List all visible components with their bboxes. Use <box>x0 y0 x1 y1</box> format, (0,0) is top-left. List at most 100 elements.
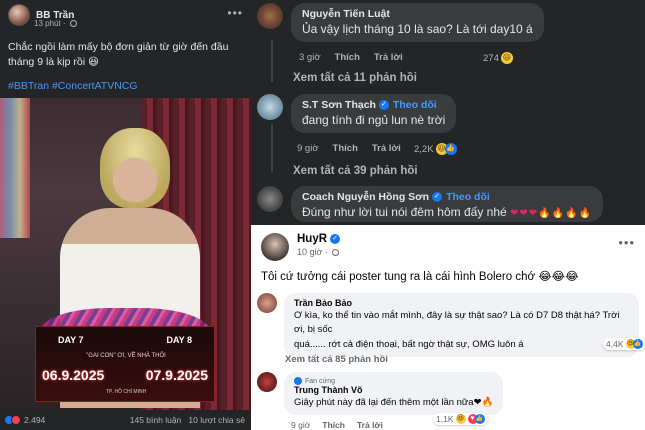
commenter-name[interactable]: Nguyễn Tiến Luật <box>302 8 533 20</box>
thread-line <box>271 40 273 82</box>
comment: S.T Sơn Thạch ✓ Theo dõi đang tính đi ng… <box>257 94 457 133</box>
thread-line <box>271 124 273 172</box>
comment-bubble: Coach Nguyễn Hồng Sơn ✓ Theo dõi Đúng nh… <box>291 186 603 222</box>
reply-button[interactable]: Trả lời <box>374 52 403 63</box>
commenter-name-row: S.T Sơn Thạch ✓ Theo dõi <box>302 99 445 111</box>
comment-reactions[interactable]: 4,4K 😆 👍 <box>603 338 645 350</box>
follow-link[interactable]: Theo dõi <box>446 191 490 203</box>
comment-bubble: S.T Sơn Thạch ✓ Theo dõi đang tính đi ng… <box>291 94 457 133</box>
poster-date-right: 07.9.2025 <box>145 367 208 383</box>
author-avatar[interactable] <box>8 4 30 26</box>
commenter-avatar[interactable] <box>257 3 283 29</box>
poster-subtitle: "GAI CON" ƠI, VỀ NHÀ THÔI <box>86 353 166 359</box>
comment-reactions[interactable]: 2,2K 😆 👍 <box>414 143 457 155</box>
author-avatar[interactable] <box>261 233 289 261</box>
like-button[interactable]: Thích <box>335 52 360 63</box>
comment-time[interactable]: 3 giờ <box>299 52 321 63</box>
clothes-rack <box>0 98 30 238</box>
like-reaction-icon: 👍 <box>632 339 643 349</box>
post-stats[interactable]: 145 bình luận 10 lượt chia sẻ <box>130 415 245 425</box>
post-time[interactable]: 10 giờ <box>297 247 322 257</box>
screenshot-collage: BB Trần 13 phút · ••• Chắc ngồi làm mấy … <box>0 0 645 430</box>
commenter-avatar[interactable] <box>257 293 277 313</box>
view-replies-link[interactable]: Xem tất cả 39 phản hồi <box>293 165 418 177</box>
comment-bubble: Nguyễn Tiến Luật Ủa vậy lịch tháng 10 là… <box>291 3 544 42</box>
comment-text-row: Đúng như lời tui nói đêm hôm đấy nhé ❤❤❤… <box>302 205 592 219</box>
post-text: Tôi cứ tưởng cái poster tung ra là cái h… <box>261 271 579 283</box>
more-options-icon[interactable]: ••• <box>227 6 243 20</box>
comment: Fan cứng Trung Thành Võ Giây phút này đã… <box>257 372 504 415</box>
light-post: HuyR ✓ 10 giờ · ••• Tôi cứ tưởng cái pos… <box>251 225 645 430</box>
share-count[interactable]: 10 lượt chia sẻ <box>188 415 245 425</box>
commenter-avatar[interactable] <box>257 186 283 212</box>
reply-button[interactable]: Trả lời <box>357 420 383 430</box>
post-photo[interactable]: DAY 7 DAY 8 "GAI CON" ƠI, VỀ NHÀ THÔI 06… <box>0 98 251 410</box>
reaction-count: 2,2K <box>414 143 434 155</box>
comment-time[interactable]: 9 giờ <box>297 143 319 154</box>
reaction-count: 2.494 <box>24 415 46 425</box>
comment-reactions[interactable]: 1,1K 😆 ♥ 👍 <box>433 413 488 425</box>
comment-reactions[interactable]: 274 😆 <box>483 52 513 64</box>
reaction-count: 1,1K <box>436 414 454 424</box>
comment: Trần Bảo Bảo Ơ kìa, ko thể tin vào mắt m… <box>257 293 639 357</box>
reaction-count: 274 <box>483 52 499 64</box>
author-info: HuyR ✓ 10 giờ · <box>297 233 341 261</box>
verified-badge-icon: ✓ <box>330 234 341 244</box>
more-options-icon[interactable]: ••• <box>618 235 635 250</box>
post-time-label: 13 phút <box>34 19 61 28</box>
post-time-row: 10 giờ · <box>297 247 340 257</box>
like-reaction-icon: 👍 <box>444 143 457 155</box>
comment-time[interactable]: 9 giờ <box>291 420 310 430</box>
concert-poster: DAY 7 DAY 8 "GAI CON" ƠI, VỀ NHÀ THÔI 06… <box>35 326 215 402</box>
follow-link[interactable]: Theo dõi <box>393 99 437 111</box>
reply-button[interactable]: Trả lời <box>372 143 401 154</box>
post-header: HuyR ✓ 10 giờ · <box>261 233 341 261</box>
comment-emojis: ❤❤❤🔥🔥🔥🔥 <box>510 208 592 219</box>
haha-reaction-icon: 😆 <box>455 414 466 424</box>
love-reaction-icon <box>11 415 21 425</box>
haha-reaction-icon: 😆 <box>500 52 513 64</box>
commenter-avatar[interactable] <box>257 372 277 392</box>
verified-badge-icon: ✓ <box>378 100 389 110</box>
comment-bubble: Trần Bảo Bảo Ơ kìa, ko thể tin vào mắt m… <box>284 293 639 357</box>
comment-actions: 3 giờ Thích Trả lời <box>299 52 403 63</box>
poster-city: TP. HỒ CHÍ MINH <box>106 389 147 395</box>
commenter-name-row: Coach Nguyễn Hồng Sơn ✓ Theo dõi <box>302 191 592 203</box>
poster-day-right: DAY 8 <box>166 335 192 345</box>
globe-icon <box>69 20 77 28</box>
commenter-name[interactable]: Trung Thành Võ <box>294 385 493 395</box>
comment-text-line-1: Ơ kìa, ko thể tin vào mắt mình, đây là s… <box>294 310 620 335</box>
comment-text: Giây phút này đã lại đến thêm một lần nữ… <box>294 397 494 408</box>
author-name-row: HuyR ✓ <box>297 233 341 245</box>
comment-actions: 9 giờ Thích Trả lời <box>297 143 401 154</box>
author-name[interactable]: HuyR <box>297 233 327 245</box>
poster-date-left: 06.9.2025 <box>42 367 105 383</box>
view-replies-link[interactable]: Xem tất cả 85 phản hồi <box>285 354 388 365</box>
poster-day-left: DAY 7 <box>58 335 84 345</box>
fan-badge-label: Fan cứng <box>305 377 335 385</box>
comment-count[interactable]: 145 bình luận <box>130 415 182 425</box>
comment-text: Ủa vậy lịch tháng 10 là sao? Là tới day1… <box>302 22 533 36</box>
comment-text-line-2: quá...... rớt cả điện thoại, bất ngờ thậ… <box>294 339 524 350</box>
commenter-avatar[interactable] <box>257 94 283 120</box>
commenter-name[interactable]: S.T Sơn Thạch <box>302 99 376 111</box>
comment-text: Đúng như lời tui nói đêm hôm đấy nhé <box>302 205 507 219</box>
comment: Nguyễn Tiến Luật Ủa vậy lịch tháng 10 là… <box>257 3 544 42</box>
verified-badge-icon: ✓ <box>432 192 443 202</box>
commenter-name[interactable]: Trần Bảo Bảo <box>294 298 629 308</box>
like-button[interactable]: Thích <box>333 143 358 154</box>
like-reaction-icon: 👍 <box>474 414 485 424</box>
globe-icon <box>332 249 340 257</box>
like-button[interactable]: Thích <box>322 420 345 430</box>
fan-badge: Fan cứng <box>294 377 493 385</box>
comment-actions: 9 giờ Thích Trả lời <box>291 420 383 430</box>
reaction-summary[interactable]: 2.494 <box>4 415 45 425</box>
post-text: Chắc ngồi làm mấy bộ đơn giản từ giờ đến… <box>8 41 229 68</box>
view-replies-link[interactable]: Xem tất cả 11 phản hồi <box>293 72 417 84</box>
post-time: 13 phút · <box>34 19 77 28</box>
reaction-count: 4,4K <box>606 339 624 349</box>
commenter-name[interactable]: Coach Nguyễn Hồng Sơn <box>302 191 429 203</box>
comment-bubble: Fan cứng Trung Thành Võ Giây phút này đã… <box>284 372 504 415</box>
comment-text: đang tính đi ngủ lun nè trời <box>302 113 446 127</box>
post-hashtags[interactable]: #BBTran #ConcertATVNCG <box>8 80 138 92</box>
